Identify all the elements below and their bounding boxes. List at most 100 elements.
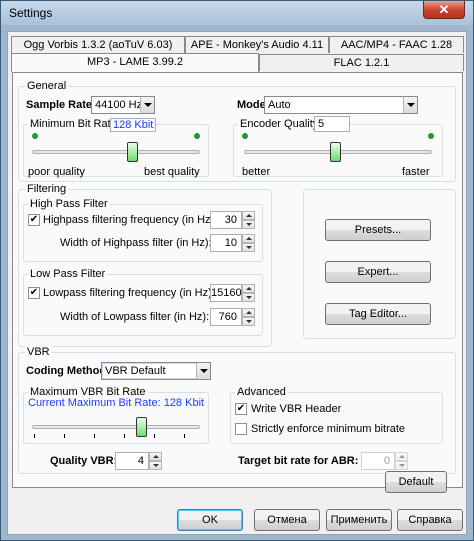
tab-ogg-vorbis[interactable]: Ogg Vorbis 1.3.2 (aoTuV 6.03) — [11, 36, 185, 53]
spin-up-icon[interactable] — [242, 308, 255, 317]
highpass-frequency-label: Highpass filtering frequency (in Hz): — [43, 214, 218, 226]
coding-method-label: Coding Method: — [26, 365, 110, 377]
write-vbr-header-checkbox[interactable]: ✔ — [235, 403, 247, 415]
high-pass-group: High Pass Filter ✔ Highpass filtering fr… — [23, 198, 263, 262]
sample-rate-value: 44100 Hz — [95, 99, 143, 111]
encoder-quality-slider-thumb[interactable] — [330, 142, 341, 162]
presets-button[interactable]: Presets... — [325, 219, 431, 241]
slider-tick — [154, 434, 155, 438]
strict-min-bitrate-label: Strictly enforce minimum bitrate — [251, 423, 406, 435]
encoder-quality-group: Encoder Quality: 5 better faster — [233, 116, 443, 178]
lowpass-checkbox[interactable]: ✔ — [28, 287, 40, 299]
chevron-down-icon — [140, 97, 154, 113]
strict-min-bitrate-checkbox[interactable] — [235, 423, 247, 435]
min-bitrate-slider-thumb[interactable] — [127, 142, 138, 162]
slider-tick — [184, 434, 185, 438]
slider-tick — [64, 434, 65, 438]
cancel-button[interactable]: Отмена — [254, 509, 320, 531]
chevron-down-icon — [403, 97, 417, 113]
mode-select[interactable]: Auto — [264, 96, 418, 114]
spin-down-icon[interactable] — [242, 220, 255, 229]
spin-up-icon[interactable] — [242, 234, 255, 243]
vbr-group-label: VBR — [25, 346, 52, 358]
spin-up-icon[interactable] — [395, 452, 408, 461]
coding-method-value: VBR Default — [105, 365, 166, 377]
tag-editor-button[interactable]: Tag Editor... — [325, 303, 431, 325]
lowpass-frequency-spinner[interactable] — [242, 284, 255, 302]
high-pass-label: High Pass Filter — [28, 198, 110, 210]
best-quality-label: best quality — [144, 166, 200, 178]
max-dot-icon — [428, 133, 434, 139]
slider-tick — [94, 434, 95, 438]
spin-up-icon[interactable] — [149, 452, 162, 461]
tab-flac[interactable]: FLAC 1.2.1 — [259, 54, 464, 71]
low-pass-group: Low Pass Filter ✔ Lowpass filtering freq… — [23, 268, 263, 336]
better-label: better — [242, 166, 271, 178]
highpass-width-label: Width of Highpass filter (in Hz): — [60, 237, 212, 249]
min-bitrate-label: Minimum Bit Rate: — [28, 118, 122, 130]
filtering-group: Filtering High Pass Filter ✔ Highpass fi… — [18, 183, 272, 347]
ok-button[interactable]: OK — [177, 509, 243, 531]
faster-label: faster — [402, 166, 430, 178]
max-vbr-bitrate-group: Maximum VBR Bit Rate Current Maximum Bit… — [23, 386, 209, 444]
highpass-width-input[interactable]: 10 — [210, 234, 242, 252]
vbr-group: VBR Coding Method: VBR Default Maximum V… — [18, 346, 456, 474]
window-title: Settings — [9, 6, 53, 20]
advanced-group: Advanced ✔ Write VBR Header Strictly enf… — [230, 386, 443, 444]
highpass-frequency-spinner[interactable] — [242, 211, 255, 229]
write-vbr-header-label: Write VBR Header — [251, 403, 342, 415]
spin-up-icon[interactable] — [242, 211, 255, 220]
encoder-quality-label: Encoder Quality: — [238, 118, 324, 130]
close-button[interactable]: ✕ — [423, 1, 465, 19]
highpass-width-spinner[interactable] — [242, 234, 255, 252]
min-bitrate-value: 128 Kbit — [110, 118, 157, 132]
spin-down-icon[interactable] — [149, 461, 162, 470]
sample-rate-select[interactable]: 44100 Hz — [91, 96, 155, 114]
poor-quality-label: poor quality — [28, 166, 85, 178]
mp3-settings-panel: General Sample Rate: 44100 Hz Mode: Auto… — [12, 72, 463, 488]
low-pass-label: Low Pass Filter — [28, 268, 108, 280]
tab-aac[interactable]: AAC/MP4 - FAAC 1.28 — [329, 36, 464, 53]
min-bitrate-slider-track[interactable] — [32, 150, 200, 154]
coding-method-select[interactable]: VBR Default — [101, 362, 211, 380]
lowpass-width-spinner[interactable] — [242, 308, 255, 326]
spin-up-icon[interactable] — [242, 284, 255, 293]
lowpass-frequency-label: Lowpass filtering frequency (in Hz): — [43, 287, 215, 299]
slider-tick — [34, 434, 35, 438]
lowpass-width-label: Width of Lowpass filter (in Hz): — [60, 311, 210, 323]
current-max-bitrate-label: Current Maximum Bit Rate: 128 Kbit — [28, 397, 205, 409]
highpass-checkbox[interactable]: ✔ — [28, 214, 40, 226]
target-abr-input[interactable]: 0 — [361, 452, 395, 470]
min-bitrate-group: Minimum Bit Rate: 128 Kbit poor quality … — [23, 118, 209, 178]
target-abr-spinner[interactable] — [395, 452, 408, 470]
lowpass-frequency-input[interactable]: 15160 — [210, 284, 242, 302]
max-dot-icon — [194, 133, 200, 139]
sample-rate-label: Sample Rate: — [26, 99, 96, 111]
general-group: General Sample Rate: 44100 Hz Mode: Auto… — [18, 80, 456, 182]
lowpass-width-input[interactable]: 760 — [210, 308, 242, 326]
quality-vbr-spinner[interactable] — [149, 452, 162, 470]
dialog-client: Ogg Vorbis 1.3.2 (aoTuV 6.03) APE - Monk… — [7, 31, 467, 535]
side-buttons-group: Presets... Expert... Tag Editor... — [303, 189, 456, 339]
quality-vbr-label: Quality VBR: — [50, 455, 118, 467]
expert-button[interactable]: Expert... — [325, 261, 431, 283]
default-button[interactable]: Default — [385, 471, 447, 493]
tab-mp3-lame[interactable]: MP3 - LAME 3.99.2 — [11, 53, 259, 72]
filtering-group-label: Filtering — [25, 183, 69, 195]
quality-vbr-input[interactable]: 4 — [115, 452, 149, 470]
settings-window: Settings ✕ Ogg Vorbis 1.3.2 (aoTuV 6.03)… — [0, 0, 474, 541]
max-vbr-slider-track[interactable] — [32, 425, 200, 429]
tab-ape[interactable]: APE - Monkey's Audio 4.11 — [185, 36, 329, 53]
advanced-label: Advanced — [235, 386, 288, 398]
highpass-frequency-input[interactable]: 30 — [210, 211, 242, 229]
title-bar[interactable]: Settings ✕ — [1, 1, 473, 25]
target-abr-label: Target bit rate for ABR: — [238, 455, 359, 467]
spin-down-icon[interactable] — [242, 317, 255, 326]
spin-down-icon[interactable] — [395, 461, 408, 470]
apply-button[interactable]: Применить — [326, 509, 392, 531]
spin-down-icon[interactable] — [242, 293, 255, 302]
max-vbr-slider-thumb[interactable] — [136, 417, 147, 437]
help-button[interactable]: Справка — [397, 509, 463, 531]
spin-down-icon[interactable] — [242, 243, 255, 252]
mode-value: Auto — [268, 99, 291, 111]
